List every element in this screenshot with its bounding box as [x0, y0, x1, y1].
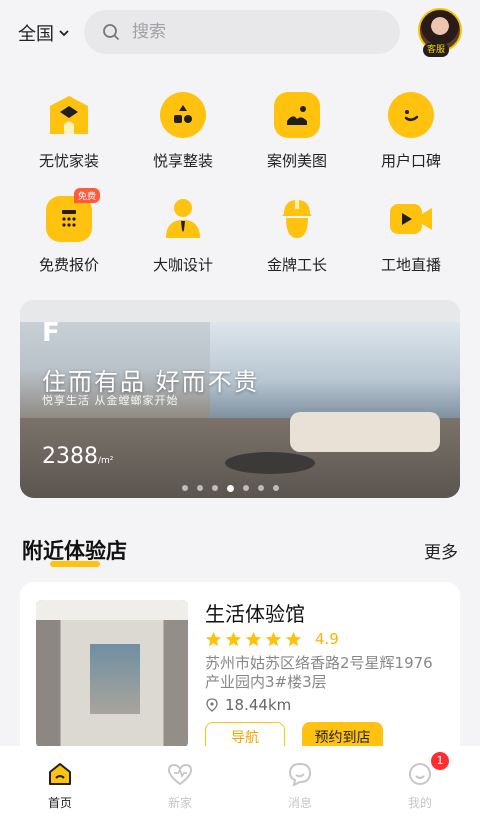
- chevron-down-icon: [59, 30, 69, 37]
- nav-item-messages[interactable]: 消息: [240, 746, 360, 822]
- store-image-doorway: [90, 644, 140, 714]
- nav-label: 我的: [407, 796, 432, 810]
- rating-value: 4.9: [315, 630, 339, 648]
- carousel-dot[interactable]: [182, 485, 188, 491]
- star-icon: [245, 631, 262, 646]
- more-link[interactable]: 更多: [424, 538, 458, 563]
- grid-item-label: 无忧家装: [38, 152, 99, 170]
- promo-banner[interactable]: F 住而有品 好而不贵 悦享生活 从金螳螂家开始 2388/m²: [20, 300, 460, 498]
- search-icon: [103, 24, 120, 41]
- heart-home-icon: [167, 763, 193, 786]
- grid-item-star-designer[interactable]: 大咖设计: [126, 194, 240, 282]
- customer-service-badge: 客服: [423, 43, 450, 57]
- grid-item-full-package[interactable]: 悦享整装: [126, 90, 240, 178]
- star-icon: [205, 631, 222, 646]
- grid-item-user-reviews[interactable]: 用户口碑: [354, 90, 468, 178]
- brand-logo-icon: F: [42, 318, 60, 348]
- banner-ceiling: [20, 300, 460, 322]
- section-title: 附近体验店: [22, 535, 127, 567]
- distance-value: 18.44km: [225, 696, 292, 714]
- bottom-nav: 首页 新家 消息 1 我的: [0, 746, 480, 822]
- house-icon: [46, 92, 92, 138]
- grid-item-label: 大咖设计: [152, 256, 213, 274]
- grid-item-case-gallery[interactable]: 案例美图: [240, 90, 354, 178]
- store-distance: 18.44km: [205, 696, 291, 714]
- nav-item-profile[interactable]: 1 我的: [360, 746, 480, 822]
- carousel-dot[interactable]: [227, 485, 234, 492]
- banner-table: [225, 452, 315, 474]
- search-input[interactable]: [132, 22, 352, 42]
- carousel-dot[interactable]: [258, 485, 264, 491]
- grid-item-worry-free-decoration[interactable]: 无忧家装: [12, 90, 126, 178]
- carousel-dot[interactable]: [243, 485, 249, 491]
- star-icon: [285, 631, 302, 646]
- search-bar[interactable]: [84, 10, 400, 54]
- grid-item-label: 工地直播: [380, 256, 441, 274]
- nav-label: 首页: [47, 796, 72, 810]
- top-bar: 全国 客服: [0, 0, 480, 66]
- free-tag: 免费: [74, 188, 101, 203]
- store-name: 生活体验馆: [205, 602, 305, 626]
- nav-label: 新家: [167, 796, 192, 810]
- home-icon: [49, 763, 71, 785]
- banner-price-value: 2388: [42, 444, 98, 469]
- banner-price: 2388/m²: [42, 444, 113, 469]
- carousel-dot[interactable]: [197, 485, 203, 491]
- carousel-dot[interactable]: [273, 485, 279, 491]
- grid-item-site-live[interactable]: 工地直播: [354, 194, 468, 282]
- carousel-dots: [182, 485, 279, 492]
- blocks-icon: [160, 92, 206, 138]
- profile-icon: [409, 763, 431, 785]
- store-rating: 4.9: [205, 630, 339, 648]
- grid-item-label: 金牌工长: [266, 256, 327, 274]
- feature-grid: 无忧家装 悦享整装 案例美图 用户口碑 免费 免费报价 大咖设计 金牌工长 工地…: [12, 90, 468, 282]
- store-address: 苏州市姑苏区络香路2号星辉1976产业园内3#楼3层: [205, 654, 433, 691]
- image-icon: [274, 92, 320, 138]
- star-icon: [265, 631, 282, 646]
- store-image: [36, 600, 188, 748]
- location-pin-icon: [206, 698, 218, 712]
- section-title-text: 附近体验店: [22, 539, 127, 563]
- carousel-dot[interactable]: [212, 485, 218, 491]
- message-icon: [288, 762, 312, 787]
- designer-icon: [160, 196, 206, 242]
- foreman-icon: [274, 196, 320, 242]
- city-label: 全国: [18, 24, 54, 45]
- nav-label: 消息: [287, 796, 312, 810]
- grid-item-gold-foreman[interactable]: 金牌工长: [240, 194, 354, 282]
- nav-item-home[interactable]: 首页: [0, 746, 120, 822]
- grid-item-free-quote[interactable]: 免费 免费报价: [12, 188, 126, 282]
- notification-badge: 1: [431, 752, 449, 770]
- banner-subtitle: 悦享生活 从金螳螂家开始: [42, 394, 179, 407]
- grid-item-label: 悦享整装: [152, 152, 213, 170]
- store-card[interactable]: 生活体验馆 4.9 苏州市姑苏区络香路2号星辉1976产业园内3#楼3层 18.…: [20, 582, 460, 762]
- rating-stars: [205, 631, 302, 648]
- grid-item-label: 用户口碑: [380, 152, 441, 170]
- store-image-ceiling: [36, 600, 188, 620]
- star-icon: [225, 631, 242, 646]
- grid-item-label: 案例美图: [266, 152, 327, 170]
- city-selector[interactable]: 全国: [18, 20, 70, 46]
- video-icon: [388, 196, 434, 242]
- grid-item-label: 免费报价: [38, 256, 99, 274]
- smile-chat-icon: [388, 92, 434, 138]
- nav-item-new-home[interactable]: 新家: [120, 746, 240, 822]
- banner-sofa: [290, 412, 440, 452]
- banner-price-unit: /m²: [98, 456, 114, 466]
